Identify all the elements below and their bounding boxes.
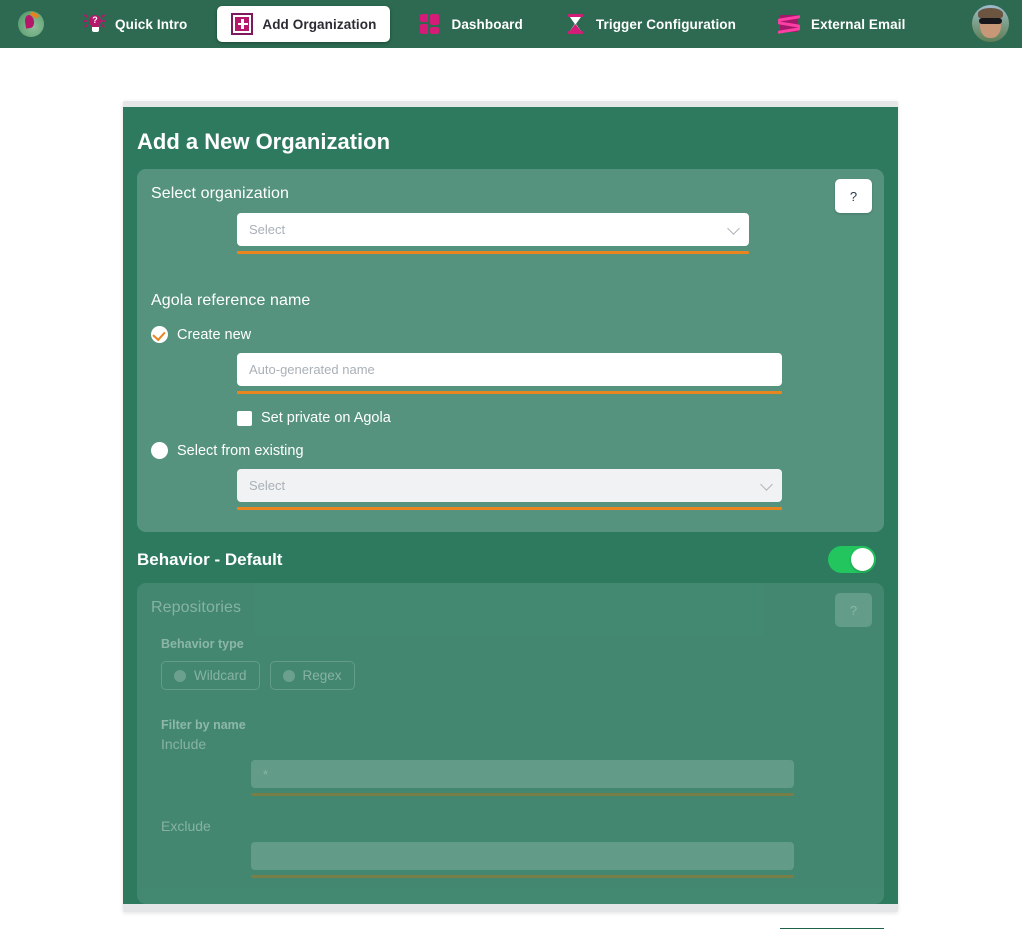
top-navbar: Quick Intro Add Organization Dashboard T… <box>0 0 1022 48</box>
nav-label-dashboard: Dashboard <box>451 16 523 32</box>
behavior-type-regex-label: Regex <box>302 668 342 683</box>
nav-item-trigger-configuration[interactable]: Trigger Configuration <box>553 7 748 41</box>
repositories-help-button[interactable]: ? <box>835 593 872 627</box>
filter-by-name-title: Filter by name <box>161 718 246 732</box>
behavior-type-wildcard-button[interactable]: Wildcard <box>161 661 260 690</box>
select-organization-label: Select organization <box>151 185 289 202</box>
create-new-label: Create new <box>177 326 252 343</box>
nav-item-dashboard[interactable]: Dashboard <box>408 7 534 41</box>
include-label: Include <box>161 736 207 752</box>
include-placeholder: * <box>263 766 269 782</box>
agola-name-input[interactable]: Auto-generated name <box>237 353 782 386</box>
create-new-radio-row[interactable]: Create new <box>151 326 870 343</box>
user-avatar[interactable] <box>972 5 1009 42</box>
exclude-underline <box>251 875 794 878</box>
nav-label-add-organization: Add Organization <box>262 16 377 32</box>
nav-item-quick-intro[interactable]: Quick Intro <box>72 7 199 41</box>
behavior-type-regex-button[interactable]: Regex <box>269 661 355 690</box>
include-control: * <box>251 760 794 796</box>
radio-circle-icon <box>282 669 295 682</box>
behavior-type-label: Behavior type <box>161 637 244 651</box>
app-logo-icon[interactable] <box>18 11 44 37</box>
select-organization-dropdown[interactable]: Select <box>237 213 749 246</box>
agola-name-placeholder: Auto-generated name <box>249 362 375 377</box>
exclude-label: Exclude <box>161 818 211 834</box>
include-input[interactable]: * <box>251 760 794 788</box>
behavior-title: Behavior - Default <box>137 549 283 569</box>
set-private-checkbox-icon[interactable] <box>237 410 252 426</box>
toggle-knob <box>851 548 874 571</box>
page-title: Add a New Organization <box>137 129 391 154</box>
agola-name-underline <box>237 391 782 394</box>
select-organization-help-button[interactable]: ? <box>835 179 872 213</box>
page-body: Add a New Organization ? Select organiza… <box>0 48 1022 929</box>
nav-item-add-organization[interactable]: Add Organization <box>217 6 391 42</box>
nav-label-quick-intro: Quick Intro <box>115 16 188 32</box>
add-organization-card: Add a New Organization ? Select organiza… <box>123 101 898 912</box>
dashboard-blocks-icon <box>420 13 442 35</box>
select-existing-radio-row[interactable]: Select from existing <box>151 442 870 459</box>
nav-label-external-email: External Email <box>810 16 906 32</box>
select-existing-label: Select from existing <box>177 442 304 459</box>
select-existing-control: Select <box>237 469 782 510</box>
select-organization-placeholder: Select <box>249 222 286 237</box>
create-new-radio-icon[interactable] <box>151 326 168 343</box>
nav-label-trigger-configuration: Trigger Configuration <box>595 16 736 32</box>
behavior-type-options: Wildcard Regex <box>161 661 870 690</box>
select-existing-underline <box>237 507 782 510</box>
select-existing-dropdown[interactable]: Select <box>237 469 782 502</box>
behavior-type-wildcard-label: Wildcard <box>194 668 247 683</box>
set-private-checkbox-row[interactable]: Set private on Agola <box>237 410 870 426</box>
radio-circle-icon <box>174 669 186 682</box>
select-organization-underline <box>237 251 749 254</box>
set-private-label: Set private on Agola <box>261 410 391 426</box>
behavior-toggle[interactable] <box>828 546 876 573</box>
repositories-label: Repositories <box>151 599 242 616</box>
behavior-header: Behavior - Default <box>123 532 898 583</box>
agola-name-control: Auto-generated name <box>237 353 782 394</box>
lightbulb-question-icon <box>83 13 106 35</box>
select-existing-placeholder: Select <box>249 478 286 493</box>
select-existing-radio-icon[interactable] <box>151 442 168 459</box>
select-organization-control: Select <box>237 213 749 254</box>
agola-reference-name-label: Agola reference name <box>151 292 311 309</box>
hourglass-icon <box>565 13 587 35</box>
repositories-panel: ? Repositories Behavior type Wildcard Re… <box>137 583 884 904</box>
plus-square-icon <box>231 13 254 35</box>
nav-item-external-email[interactable]: External Email <box>766 7 917 41</box>
include-underline <box>251 793 794 796</box>
organization-panel: ? Select organization Select Agola refer… <box>137 169 884 532</box>
email-zigzag-icon <box>777 13 802 35</box>
exclude-control <box>251 842 794 878</box>
exclude-input[interactable] <box>251 842 794 870</box>
